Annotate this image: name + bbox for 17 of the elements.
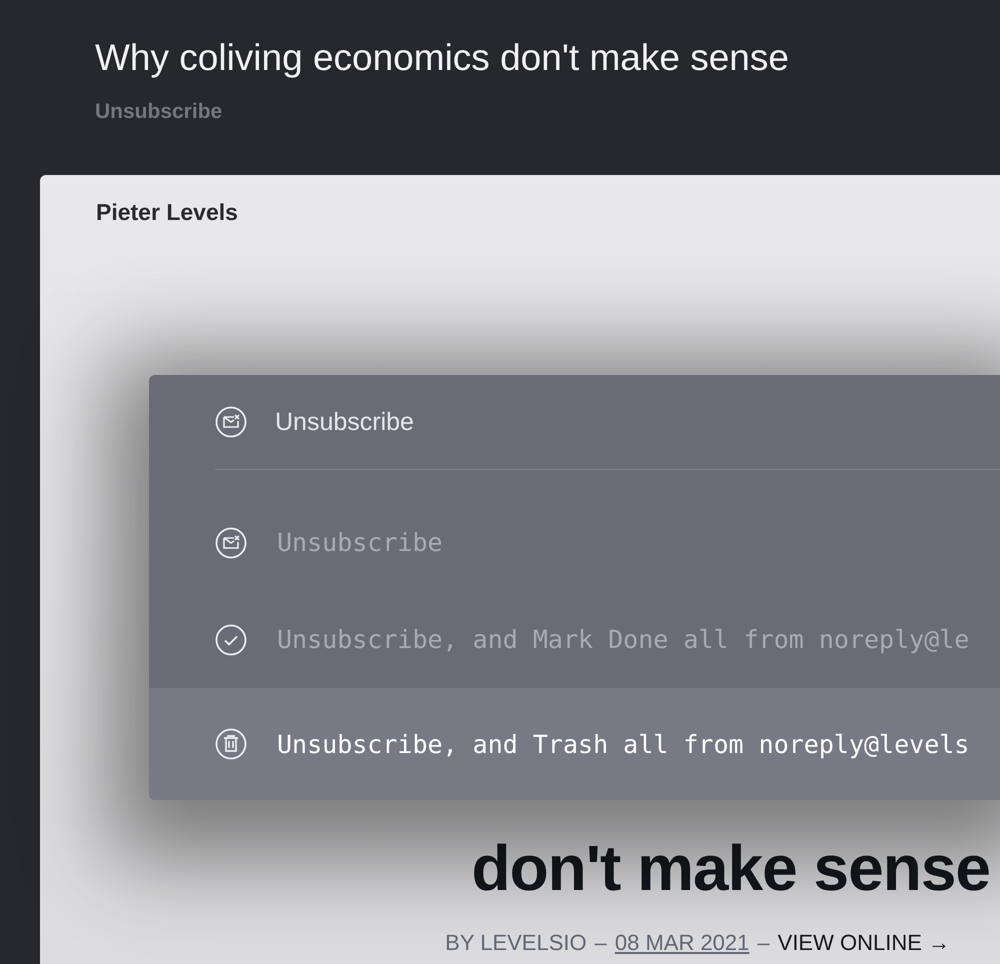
menu-item[interactable]: Unsubscribe, and Trash all from noreply@levels (149, 688, 1000, 800)
dash-separator: – (594, 930, 607, 956)
check-circle-icon (215, 624, 247, 656)
envelope-x-icon (215, 406, 247, 438)
dash-separator: – (757, 930, 770, 956)
envelope-x-icon (215, 526, 247, 558)
sender-name: Pieter Levels (96, 199, 238, 226)
trash-icon (215, 728, 247, 760)
email-headline: don't make sense (471, 831, 990, 906)
menu-item[interactable]: Unsubscribe, and Mark Done all from noreply@le (149, 591, 1000, 688)
view-online-link[interactable]: VIEW ONLINE → (778, 930, 950, 956)
search-field[interactable]: Unsubscribe (275, 408, 1000, 436)
unsubscribe-link[interactable]: Unsubscribe (95, 100, 222, 124)
byline-author: BY LEVELSIO (445, 930, 587, 956)
menu-item[interactable]: Unsubscribe (149, 494, 1000, 591)
email-subject: Why coliving economics don't make sense (95, 36, 789, 80)
date-link[interactable]: 08 MAR 2021 (614, 930, 750, 956)
